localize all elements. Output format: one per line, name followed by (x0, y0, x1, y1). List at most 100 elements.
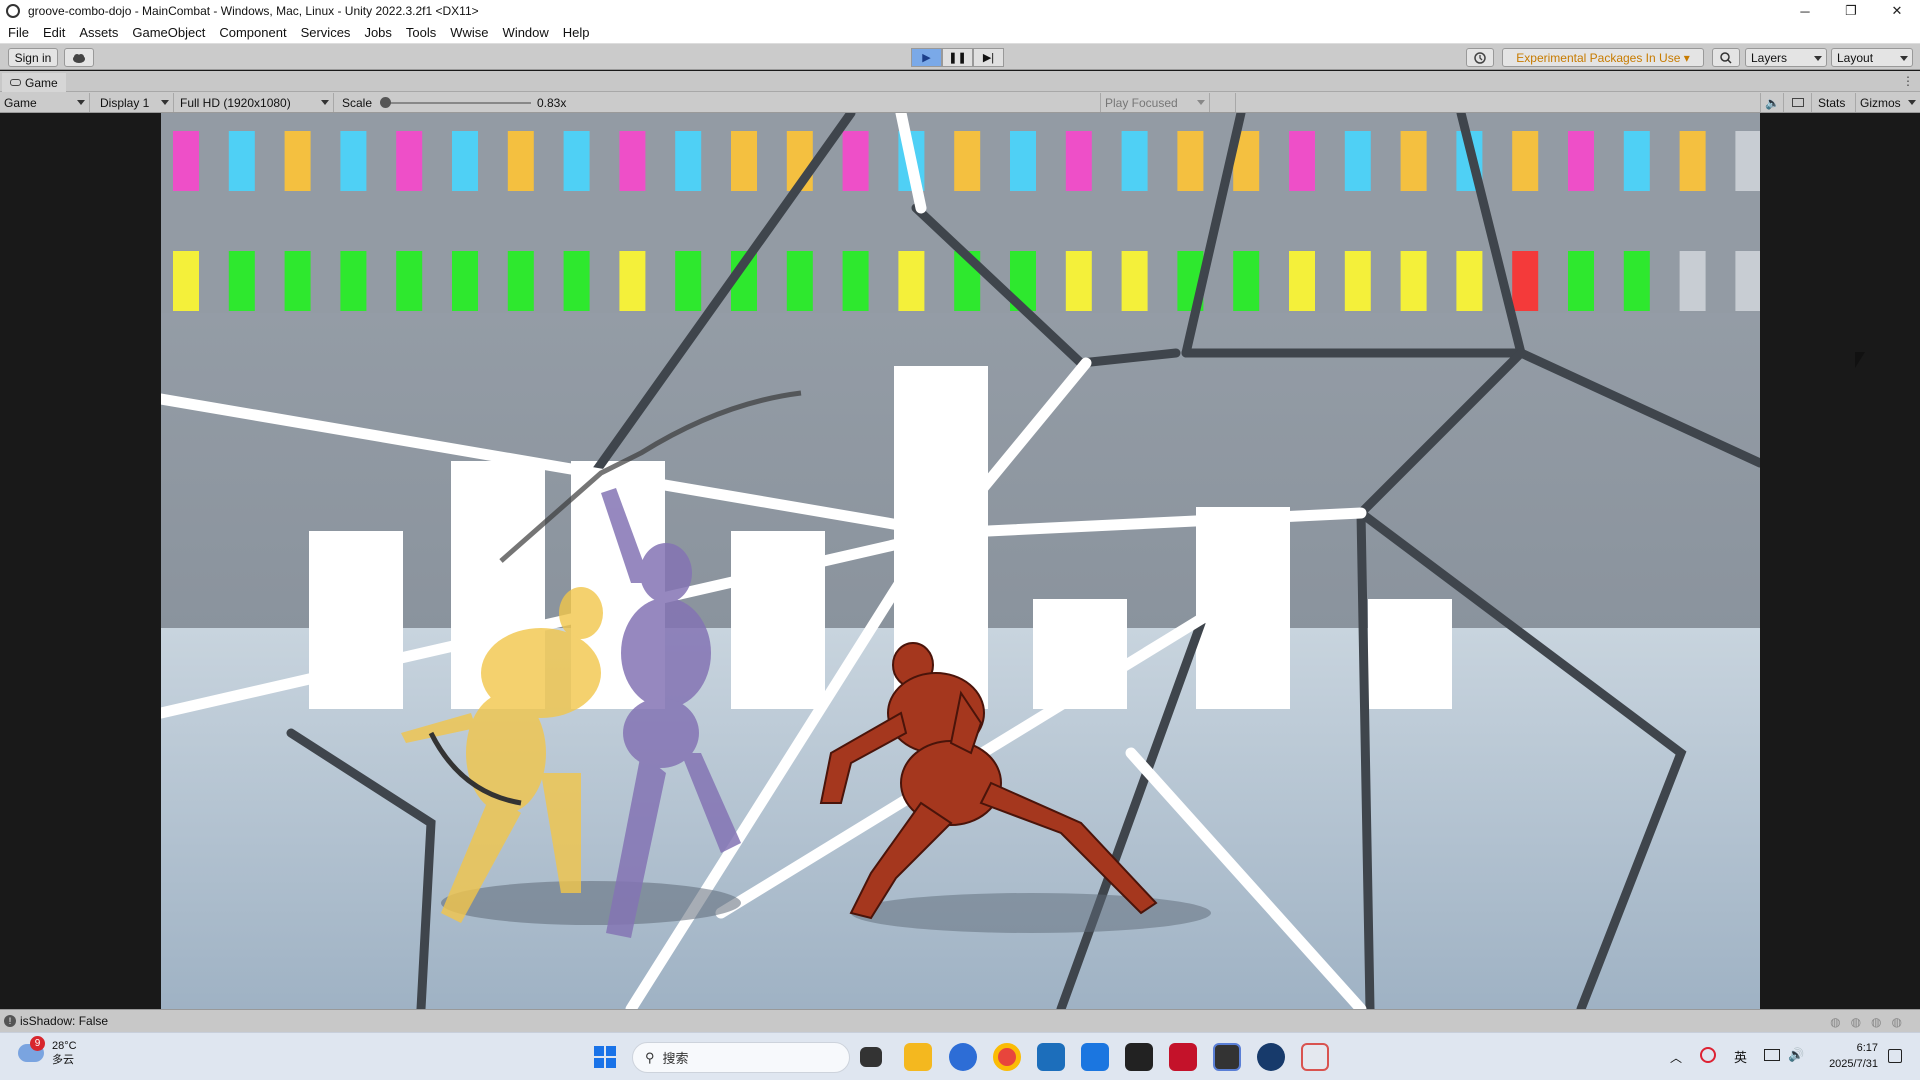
rhythm-note (1568, 131, 1594, 191)
cloud-button[interactable] (64, 48, 94, 67)
rhythm-note (1623, 251, 1650, 311)
clock-time: 6:17 (1856, 1042, 1878, 1054)
rhythm-note (1177, 131, 1204, 191)
rider-icon[interactable] (1169, 1043, 1197, 1071)
search-icon: ⚲ (645, 1049, 655, 1065)
rhythm-note (731, 131, 757, 191)
menu-assets[interactable]: Assets (79, 25, 118, 40)
kebab-menu-icon[interactable]: ⋮ (1902, 74, 1914, 88)
app-icon[interactable] (949, 1043, 977, 1071)
play-focused-dropdown[interactable]: Play Focused (1100, 93, 1210, 112)
menu-jobs[interactable]: Jobs (364, 25, 391, 40)
app-icon[interactable] (1125, 1043, 1153, 1071)
rhythm-note (396, 131, 423, 191)
grid-icon (1792, 98, 1804, 107)
app-icon[interactable] (1037, 1043, 1065, 1071)
notification-icon[interactable] (1888, 1049, 1902, 1063)
rhythm-note (563, 251, 590, 311)
menu-help[interactable]: Help (563, 25, 590, 40)
sync-icon[interactable] (1700, 1047, 1716, 1063)
snipping-tool-icon[interactable] (1301, 1043, 1329, 1071)
menu-file[interactable]: File (8, 25, 29, 40)
ime-indicator[interactable]: 英 (1734, 1047, 1747, 1066)
gizmos-label: Gizmos (1860, 95, 1901, 110)
sign-in-button[interactable]: Sign in (8, 48, 58, 67)
minimize-button[interactable]: ─ (1782, 0, 1828, 22)
rhythm-note (507, 251, 534, 311)
display-dropdown[interactable]: Display 1 (96, 93, 174, 112)
blank-toggle[interactable] (1212, 93, 1236, 112)
cloud-icon: 9 (18, 1036, 45, 1062)
search-button[interactable] (1712, 48, 1740, 67)
play-controls: ▶ ❚❚ ▶| (911, 48, 1004, 67)
play-button[interactable]: ▶ (911, 48, 942, 67)
close-button[interactable]: ✕ (1874, 0, 1920, 22)
taskbar-search[interactable]: ⚲ 搜索 (632, 1042, 850, 1073)
play-focused-label: Play Focused (1105, 95, 1178, 110)
rhythm-note (675, 251, 702, 311)
rhythm-note (898, 251, 925, 311)
weather-widget[interactable]: 9 28°C 多云 (18, 1036, 77, 1067)
layers-dropdown[interactable]: Layers (1745, 48, 1827, 67)
menu-wwise[interactable]: Wwise (450, 25, 488, 40)
rhythm-top-row (173, 131, 1760, 191)
rhythm-note (1735, 131, 1760, 191)
chevron-down-icon (161, 100, 169, 105)
aspect-icon[interactable] (1788, 93, 1812, 112)
rhythm-note (507, 131, 534, 191)
scale-label: Scale (342, 95, 373, 110)
task-view-icon[interactable] (860, 1047, 882, 1067)
unity-icon[interactable] (1213, 1043, 1241, 1071)
menu-tools[interactable]: Tools (406, 25, 436, 40)
step-button[interactable]: ▶| (973, 48, 1004, 67)
status-bar: ! isShadow: False ◍◍◍◍ (0, 1009, 1920, 1032)
clock-date: 2025/7/31 (1829, 1058, 1878, 1070)
history-button[interactable] (1466, 48, 1494, 67)
volume-icon[interactable]: 🔊 (1788, 1047, 1804, 1063)
stats-button[interactable]: Stats (1814, 93, 1856, 112)
file-explorer-icon[interactable] (904, 1043, 932, 1071)
restore-button[interactable]: ❐ (1828, 0, 1874, 22)
rhythm-note (340, 251, 367, 311)
tray-chevron-icon[interactable]: ︿ (1670, 1049, 1682, 1066)
rhythm-note (1289, 131, 1315, 191)
chrome-icon[interactable] (993, 1043, 1021, 1071)
steam-icon[interactable] (1257, 1043, 1285, 1071)
rhythm-note (1456, 251, 1483, 311)
view-dropdown[interactable]: Game (0, 93, 90, 112)
rhythm-note (563, 131, 590, 191)
rhythm-note (1289, 251, 1315, 311)
game-scene[interactable] (161, 113, 1760, 1009)
rhythm-note (1121, 251, 1148, 311)
rhythm-note (396, 251, 423, 311)
system-clock[interactable]: 6:17 2025/7/31 (1820, 1040, 1878, 1072)
rhythm-note (340, 131, 367, 191)
pause-button[interactable]: ❚❚ (942, 48, 973, 67)
status-message[interactable]: isShadow: False (20, 1014, 108, 1028)
experimental-packages-button[interactable]: Experimental Packages In Use ▾ (1502, 48, 1704, 67)
menu-component[interactable]: Component (219, 25, 286, 40)
layout-dropdown[interactable]: Layout (1831, 48, 1913, 67)
mute-audio-icon[interactable]: 🔈 (1760, 93, 1784, 112)
scale-slider-track[interactable] (383, 102, 531, 104)
rhythm-note (173, 131, 199, 191)
rhythm-note (1065, 251, 1092, 311)
scale-slider-handle[interactable] (380, 97, 391, 108)
menu-edit[interactable]: Edit (43, 25, 65, 40)
history-icon (1474, 51, 1486, 64)
menu-window[interactable]: Window (503, 25, 549, 40)
menu-services[interactable]: Services (301, 25, 351, 40)
game-view-toolbar: Game Display 1 Full HD (1920x1080) Scale… (0, 92, 1920, 113)
rhythm-note (1679, 131, 1706, 191)
layout-label: Layout (1837, 50, 1874, 65)
network-icon[interactable] (1764, 1049, 1780, 1061)
app-icon[interactable] (1081, 1043, 1109, 1071)
chevron-down-icon (1900, 56, 1908, 61)
resolution-dropdown[interactable]: Full HD (1920x1080) (176, 93, 334, 112)
gizmos-dropdown[interactable]: Gizmos (1856, 93, 1920, 112)
windows-start-icon[interactable] (594, 1046, 616, 1068)
rhythm-note (1568, 251, 1594, 311)
menu-gameobject[interactable]: GameObject (132, 25, 205, 40)
window-title: groove-combo-dojo - MainCombat - Windows… (28, 4, 479, 18)
tab-game[interactable]: Game (2, 73, 66, 92)
